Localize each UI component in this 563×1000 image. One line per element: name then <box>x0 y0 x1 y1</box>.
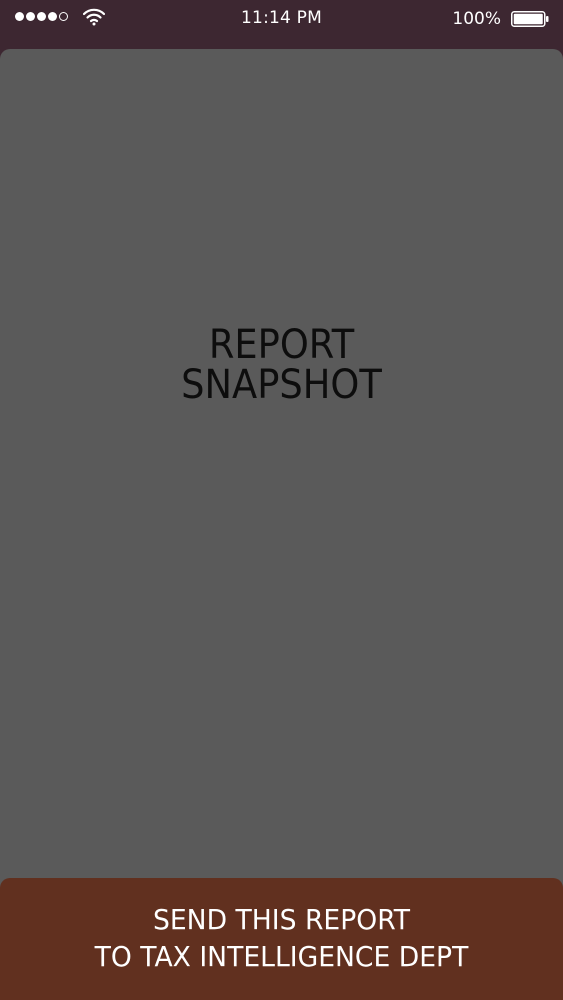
report-snapshot-panel: REPORT SNAPSHOT <box>0 49 563 909</box>
app-screen: 11:14 PM 100% REPORT SNAPSHOT SEND THIS … <box>0 0 563 1000</box>
battery-icon <box>511 11 549 27</box>
send-button-line2: TO TAX INTELLIGENCE DEPT <box>94 940 469 973</box>
status-bar: 11:14 PM 100% <box>0 0 563 38</box>
send-button-line1: SEND THIS REPORT <box>152 903 411 936</box>
send-report-button[interactable]: SEND THIS REPORT TO TAX INTELLIGENCE DEP… <box>0 878 563 1000</box>
report-snapshot-title: REPORT SNAPSHOT <box>23 325 541 405</box>
battery-percent: 100% <box>452 9 501 29</box>
snapshot-title-line1: REPORT <box>208 322 355 368</box>
snapshot-title-line2: SNAPSHOT <box>181 362 382 408</box>
